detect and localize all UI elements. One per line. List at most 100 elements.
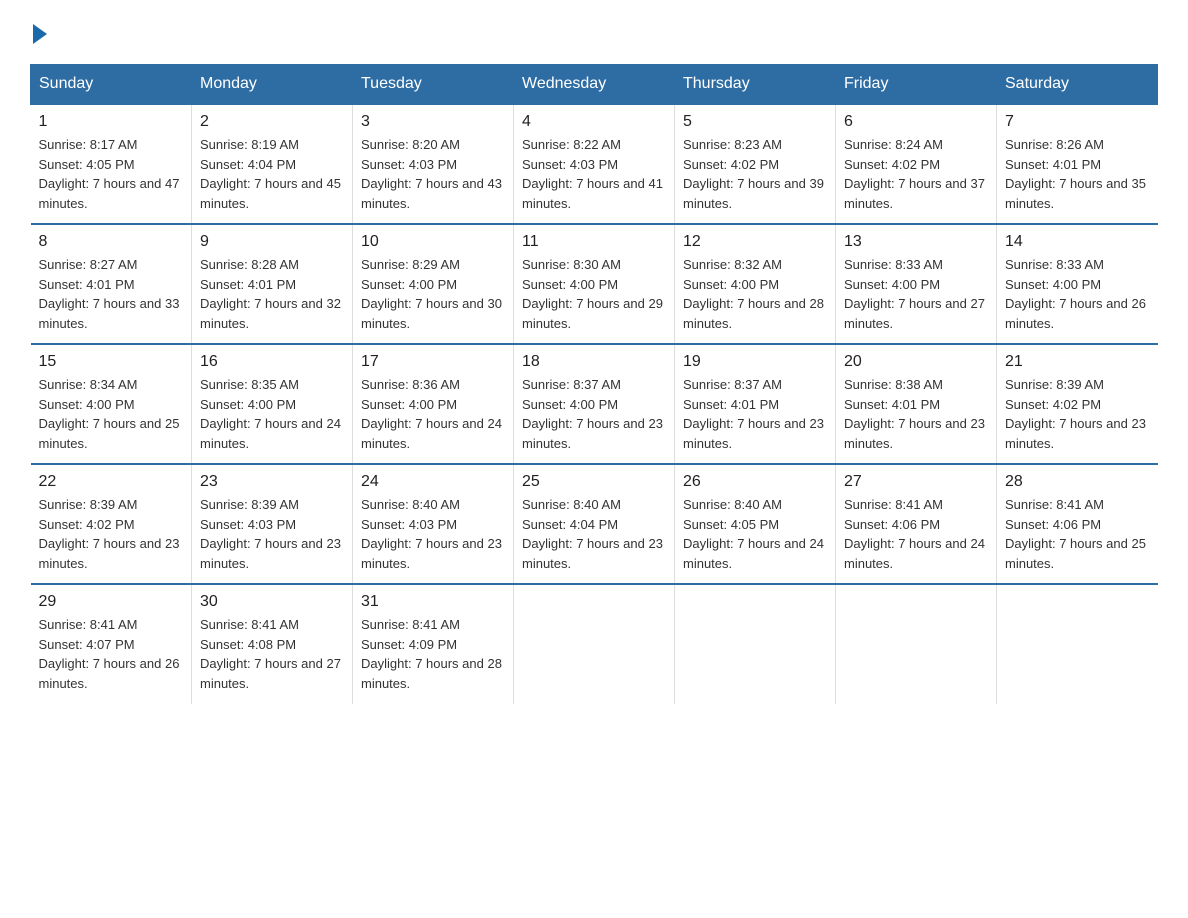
calendar-cell: 24 Sunrise: 8:40 AMSunset: 4:03 PMDaylig… [353, 464, 514, 584]
day-info: Sunrise: 8:41 AMSunset: 4:09 PMDaylight:… [361, 615, 505, 693]
calendar-cell [836, 584, 997, 704]
day-number: 9 [200, 233, 344, 251]
calendar-cell: 12 Sunrise: 8:32 AMSunset: 4:00 PMDaylig… [675, 224, 836, 344]
calendar-week-row: 8 Sunrise: 8:27 AMSunset: 4:01 PMDayligh… [31, 224, 1158, 344]
day-number: 13 [844, 233, 988, 251]
calendar-week-row: 1 Sunrise: 8:17 AMSunset: 4:05 PMDayligh… [31, 104, 1158, 224]
day-info: Sunrise: 8:29 AMSunset: 4:00 PMDaylight:… [361, 255, 505, 333]
calendar-cell: 14 Sunrise: 8:33 AMSunset: 4:00 PMDaylig… [997, 224, 1158, 344]
day-number: 16 [200, 353, 344, 371]
day-info: Sunrise: 8:41 AMSunset: 4:08 PMDaylight:… [200, 615, 344, 693]
calendar-table: SundayMondayTuesdayWednesdayThursdayFrid… [30, 64, 1158, 704]
day-number: 14 [1005, 233, 1150, 251]
day-info: Sunrise: 8:28 AMSunset: 4:01 PMDaylight:… [200, 255, 344, 333]
logo-arrow-icon [33, 24, 47, 44]
calendar-cell: 18 Sunrise: 8:37 AMSunset: 4:00 PMDaylig… [514, 344, 675, 464]
calendar-cell: 13 Sunrise: 8:33 AMSunset: 4:00 PMDaylig… [836, 224, 997, 344]
calendar-cell: 9 Sunrise: 8:28 AMSunset: 4:01 PMDayligh… [192, 224, 353, 344]
calendar-cell: 5 Sunrise: 8:23 AMSunset: 4:02 PMDayligh… [675, 104, 836, 224]
calendar-week-row: 22 Sunrise: 8:39 AMSunset: 4:02 PMDaylig… [31, 464, 1158, 584]
calendar-cell: 25 Sunrise: 8:40 AMSunset: 4:04 PMDaylig… [514, 464, 675, 584]
day-info: Sunrise: 8:37 AMSunset: 4:00 PMDaylight:… [522, 375, 666, 453]
day-info: Sunrise: 8:40 AMSunset: 4:04 PMDaylight:… [522, 495, 666, 573]
day-info: Sunrise: 8:39 AMSunset: 4:02 PMDaylight:… [1005, 375, 1150, 453]
calendar-cell: 10 Sunrise: 8:29 AMSunset: 4:00 PMDaylig… [353, 224, 514, 344]
day-number: 11 [522, 233, 666, 251]
day-info: Sunrise: 8:32 AMSunset: 4:00 PMDaylight:… [683, 255, 827, 333]
calendar-cell: 28 Sunrise: 8:41 AMSunset: 4:06 PMDaylig… [997, 464, 1158, 584]
day-number: 25 [522, 473, 666, 491]
calendar-cell: 19 Sunrise: 8:37 AMSunset: 4:01 PMDaylig… [675, 344, 836, 464]
calendar-cell: 30 Sunrise: 8:41 AMSunset: 4:08 PMDaylig… [192, 584, 353, 704]
calendar-cell [675, 584, 836, 704]
day-info: Sunrise: 8:40 AMSunset: 4:03 PMDaylight:… [361, 495, 505, 573]
day-number: 3 [361, 113, 505, 131]
day-number: 5 [683, 113, 827, 131]
calendar-cell: 6 Sunrise: 8:24 AMSunset: 4:02 PMDayligh… [836, 104, 997, 224]
day-info: Sunrise: 8:41 AMSunset: 4:06 PMDaylight:… [844, 495, 988, 573]
day-info: Sunrise: 8:36 AMSunset: 4:00 PMDaylight:… [361, 375, 505, 453]
day-number: 27 [844, 473, 988, 491]
day-info: Sunrise: 8:23 AMSunset: 4:02 PMDaylight:… [683, 135, 827, 213]
calendar-cell: 23 Sunrise: 8:39 AMSunset: 4:03 PMDaylig… [192, 464, 353, 584]
day-number: 19 [683, 353, 827, 371]
day-number: 28 [1005, 473, 1150, 491]
day-number: 29 [39, 593, 184, 611]
calendar-cell: 22 Sunrise: 8:39 AMSunset: 4:02 PMDaylig… [31, 464, 192, 584]
calendar-cell: 29 Sunrise: 8:41 AMSunset: 4:07 PMDaylig… [31, 584, 192, 704]
day-info: Sunrise: 8:37 AMSunset: 4:01 PMDaylight:… [683, 375, 827, 453]
calendar-header-tuesday: Tuesday [353, 65, 514, 105]
calendar-header-thursday: Thursday [675, 65, 836, 105]
calendar-cell: 27 Sunrise: 8:41 AMSunset: 4:06 PMDaylig… [836, 464, 997, 584]
day-info: Sunrise: 8:26 AMSunset: 4:01 PMDaylight:… [1005, 135, 1150, 213]
calendar-cell: 17 Sunrise: 8:36 AMSunset: 4:00 PMDaylig… [353, 344, 514, 464]
calendar-cell: 7 Sunrise: 8:26 AMSunset: 4:01 PMDayligh… [997, 104, 1158, 224]
calendar-cell: 2 Sunrise: 8:19 AMSunset: 4:04 PMDayligh… [192, 104, 353, 224]
day-info: Sunrise: 8:41 AMSunset: 4:07 PMDaylight:… [39, 615, 184, 693]
day-number: 30 [200, 593, 344, 611]
day-info: Sunrise: 8:39 AMSunset: 4:03 PMDaylight:… [200, 495, 344, 573]
calendar-header-wednesday: Wednesday [514, 65, 675, 105]
day-info: Sunrise: 8:40 AMSunset: 4:05 PMDaylight:… [683, 495, 827, 573]
day-info: Sunrise: 8:35 AMSunset: 4:00 PMDaylight:… [200, 375, 344, 453]
day-number: 4 [522, 113, 666, 131]
calendar-cell: 20 Sunrise: 8:38 AMSunset: 4:01 PMDaylig… [836, 344, 997, 464]
day-info: Sunrise: 8:41 AMSunset: 4:06 PMDaylight:… [1005, 495, 1150, 573]
day-number: 15 [39, 353, 184, 371]
day-number: 12 [683, 233, 827, 251]
day-number: 26 [683, 473, 827, 491]
calendar-cell: 15 Sunrise: 8:34 AMSunset: 4:00 PMDaylig… [31, 344, 192, 464]
calendar-header-sunday: Sunday [31, 65, 192, 105]
calendar-cell: 26 Sunrise: 8:40 AMSunset: 4:05 PMDaylig… [675, 464, 836, 584]
day-number: 20 [844, 353, 988, 371]
day-info: Sunrise: 8:24 AMSunset: 4:02 PMDaylight:… [844, 135, 988, 213]
day-number: 23 [200, 473, 344, 491]
day-number: 22 [39, 473, 184, 491]
calendar-cell: 31 Sunrise: 8:41 AMSunset: 4:09 PMDaylig… [353, 584, 514, 704]
calendar-cell [514, 584, 675, 704]
day-info: Sunrise: 8:22 AMSunset: 4:03 PMDaylight:… [522, 135, 666, 213]
page-header [30, 20, 1158, 44]
calendar-cell: 21 Sunrise: 8:39 AMSunset: 4:02 PMDaylig… [997, 344, 1158, 464]
calendar-header-row: SundayMondayTuesdayWednesdayThursdayFrid… [31, 65, 1158, 105]
calendar-cell: 3 Sunrise: 8:20 AMSunset: 4:03 PMDayligh… [353, 104, 514, 224]
day-number: 10 [361, 233, 505, 251]
day-number: 7 [1005, 113, 1150, 131]
day-info: Sunrise: 8:20 AMSunset: 4:03 PMDaylight:… [361, 135, 505, 213]
day-number: 18 [522, 353, 666, 371]
calendar-cell: 8 Sunrise: 8:27 AMSunset: 4:01 PMDayligh… [31, 224, 192, 344]
day-info: Sunrise: 8:33 AMSunset: 4:00 PMDaylight:… [1005, 255, 1150, 333]
calendar-week-row: 29 Sunrise: 8:41 AMSunset: 4:07 PMDaylig… [31, 584, 1158, 704]
calendar-cell: 1 Sunrise: 8:17 AMSunset: 4:05 PMDayligh… [31, 104, 192, 224]
day-number: 8 [39, 233, 184, 251]
calendar-cell: 4 Sunrise: 8:22 AMSunset: 4:03 PMDayligh… [514, 104, 675, 224]
day-number: 24 [361, 473, 505, 491]
day-number: 6 [844, 113, 988, 131]
day-number: 2 [200, 113, 344, 131]
day-number: 1 [39, 113, 184, 131]
day-number: 21 [1005, 353, 1150, 371]
calendar-header-saturday: Saturday [997, 65, 1158, 105]
calendar-cell [997, 584, 1158, 704]
calendar-cell: 11 Sunrise: 8:30 AMSunset: 4:00 PMDaylig… [514, 224, 675, 344]
day-info: Sunrise: 8:39 AMSunset: 4:02 PMDaylight:… [39, 495, 184, 573]
